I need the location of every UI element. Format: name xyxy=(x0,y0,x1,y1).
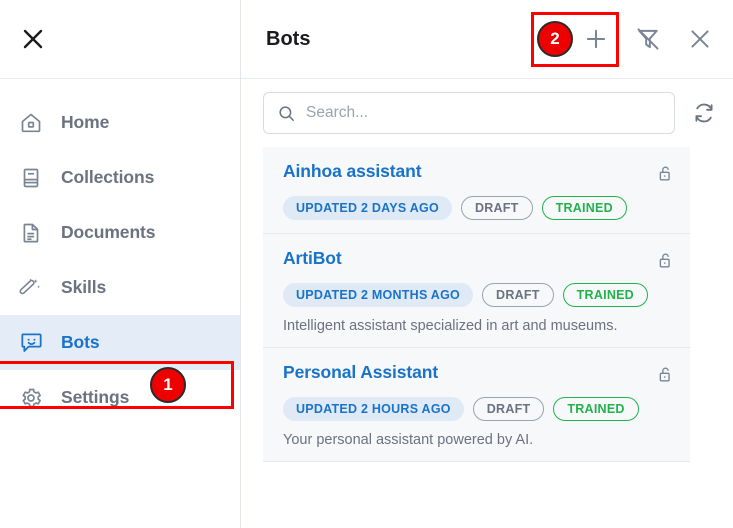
badge-draft: DRAFT xyxy=(482,283,554,307)
home-icon xyxy=(18,110,44,136)
magic-wand-icon xyxy=(18,275,44,301)
sidebar-item-bots[interactable]: Bots xyxy=(0,315,240,370)
bot-card-header: Personal Assistant xyxy=(283,362,676,385)
close-panel-button[interactable] xyxy=(685,24,715,54)
sidebar-item-label: Bots xyxy=(61,332,100,352)
search-icon xyxy=(277,104,296,123)
page-title: Bots xyxy=(266,27,311,50)
header-actions xyxy=(581,24,715,54)
sidebar-header xyxy=(0,0,240,79)
bots-panel: Bots Search... Ainhoa assistant UPDATED … xyxy=(241,0,733,528)
bot-name-link[interactable]: Ainhoa assistant xyxy=(283,161,654,182)
bot-description: Your personal assistant powered by AI. xyxy=(283,432,534,448)
search-box[interactable] xyxy=(263,92,675,134)
annotation-badge-1: 1 xyxy=(150,367,186,403)
bot-description: Intelligent assistant specialized in art… xyxy=(283,318,618,334)
bot-card[interactable]: Ainhoa assistant UPDATED 2 DAYS AGO DRAF… xyxy=(263,147,690,234)
sidebar-item-documents[interactable]: Documents xyxy=(0,205,240,260)
sidebar-item-skills[interactable]: Skills xyxy=(0,260,240,315)
bot-name-link[interactable]: ArtiBot xyxy=(283,248,654,269)
badge-updated: UPDATED 2 MONTHS AGO xyxy=(283,283,474,307)
bot-card-header: ArtiBot xyxy=(283,248,676,271)
bot-badges: UPDATED 2 MONTHS AGO DRAFT TRAINED xyxy=(283,283,676,307)
badge-updated: UPDATED 2 DAYS AGO xyxy=(283,196,452,220)
unlocked-padlock-icon[interactable] xyxy=(654,363,676,385)
sidebar-item-label: Collections xyxy=(61,167,155,187)
search-input[interactable] xyxy=(306,104,661,122)
refresh-icon[interactable] xyxy=(689,98,719,128)
annotation-badge-2: 2 xyxy=(537,21,573,57)
badge-draft: DRAFT xyxy=(460,196,533,220)
chat-bubble-smiley-icon xyxy=(18,330,44,356)
badge-trained: TRAINED xyxy=(553,397,639,421)
sidebar-item-label: Home xyxy=(61,112,110,132)
unlocked-padlock-icon[interactable] xyxy=(654,162,676,184)
bot-badges: UPDATED 2 DAYS AGO DRAFT TRAINED xyxy=(283,196,676,220)
bots-panel-app: Home Collections Documents Skills Bots S… xyxy=(0,0,733,528)
panel-header: Bots xyxy=(241,0,733,79)
search-row xyxy=(241,79,733,147)
sidebar-item-settings[interactable]: Settings xyxy=(0,370,240,425)
collections-icon xyxy=(18,165,44,191)
documents-icon xyxy=(18,220,44,246)
sidebar-item-label: Settings xyxy=(61,387,130,407)
sidebar-item-collections[interactable]: Collections xyxy=(0,150,240,205)
badge-trained: TRAINED xyxy=(541,196,627,220)
bot-card[interactable]: Personal Assistant UPDATED 2 HOURS AGO D… xyxy=(263,348,690,462)
sidebar-item-label: Skills xyxy=(61,277,107,297)
sidebar-item-home[interactable]: Home xyxy=(0,95,240,150)
close-icon[interactable] xyxy=(16,22,50,56)
badge-trained: TRAINED xyxy=(562,283,648,307)
add-bot-button[interactable] xyxy=(581,24,611,54)
bot-name-link[interactable]: Personal Assistant xyxy=(283,362,654,383)
bot-badges: UPDATED 2 HOURS AGO DRAFT TRAINED xyxy=(283,397,676,421)
badge-updated: UPDATED 2 HOURS AGO xyxy=(283,397,464,421)
sidebar-item-label: Documents xyxy=(61,222,156,242)
sidebar: Home Collections Documents Skills Bots S… xyxy=(0,0,241,528)
bot-card[interactable]: ArtiBot UPDATED 2 MONTHS AGO DRAFT TRAIN… xyxy=(263,234,690,348)
sidebar-nav: Home Collections Documents Skills Bots S… xyxy=(0,79,240,425)
unlocked-padlock-icon[interactable] xyxy=(654,249,676,271)
badge-draft: DRAFT xyxy=(472,397,545,421)
bot-card-header: Ainhoa assistant xyxy=(283,161,676,184)
filter-off-button[interactable] xyxy=(633,24,663,54)
gear-icon xyxy=(18,385,44,411)
bot-list: Ainhoa assistant UPDATED 2 DAYS AGO DRAF… xyxy=(241,147,733,528)
